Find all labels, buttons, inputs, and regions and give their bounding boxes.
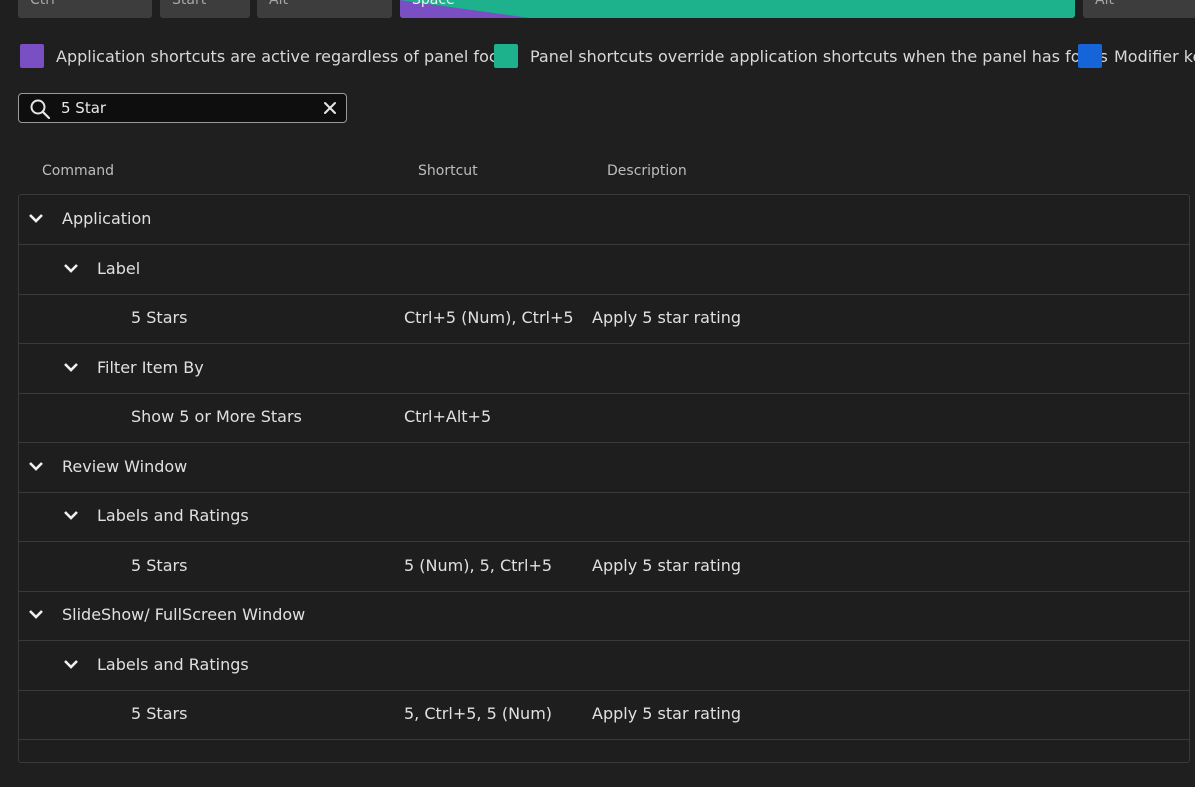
key-ctrl[interactable]: Ctrl — [18, 0, 152, 18]
command-cell: Labels and Ratings — [97, 506, 249, 525]
command-row[interactable]: Show 5 or More Stars Ctrl+Alt+5 — [19, 393, 1189, 443]
command-cell: Review Window — [62, 456, 188, 476]
shortcut-cell[interactable]: Ctrl+5 (Num), Ctrl+5 — [404, 308, 574, 327]
legend-swatch-modifier — [1078, 44, 1102, 68]
shortcut-table: Application Label 5 Stars Ctrl+5 (Num), Ctr… — [18, 194, 1190, 763]
key-label: Ctrl — [30, 0, 55, 8]
command-cell: Labels and Ratings — [97, 654, 249, 674]
key-label: Alt — [1095, 0, 1114, 8]
command-row[interactable]: 5 Stars 5 (Num), 5, Ctrl+5 Apply 5 star ra… — [19, 542, 1189, 592]
legend-swatch-application — [20, 44, 44, 68]
command-row[interactable]: 5 Stars 5, Ctrl+5, 5 (Num) Apply 5 star ra… — [19, 690, 1189, 740]
search-icon — [30, 99, 51, 120]
close-icon[interactable] — [323, 101, 337, 115]
column-header-command[interactable]: Command — [42, 163, 114, 179]
column-header-description[interactable]: Description — [607, 163, 687, 179]
key-alt-right[interactable]: Alt — [1083, 0, 1195, 18]
description-cell: Apply 5 star rating — [592, 555, 741, 575]
chevron-down-icon[interactable] — [63, 262, 79, 274]
chevron-down-icon[interactable] — [28, 608, 44, 620]
search-input[interactable] — [61, 98, 311, 118]
subgroup-row[interactable]: Labels and Ratings — [19, 641, 1189, 691]
key-alt[interactable]: Alt — [257, 0, 392, 18]
subgroup-row[interactable]: Label — [19, 245, 1189, 295]
command-cell: 5 Stars — [131, 555, 188, 575]
command-cell: Show 5 or More Stars — [131, 407, 302, 426]
keyboard-layout: Ctrl Start Alt Space Alt — [0, 0, 1195, 18]
shortcut-cell[interactable]: 5 (Num), 5, Ctrl+5 — [404, 556, 552, 575]
subgroup-row[interactable]: Filter Item By — [19, 344, 1189, 394]
group-row[interactable]: SlideShow/ FullScreen Window — [19, 591, 1189, 641]
command-cell: 5 Stars — [131, 704, 188, 723]
shortcut-cell[interactable]: 5, Ctrl+5, 5 (Num) — [404, 704, 552, 723]
shortcut-cell[interactable]: Ctrl+Alt+5 — [404, 407, 491, 426]
keyboard-shortcuts-editor: Ctrl Start Alt Space Alt Application sho… — [0, 0, 1195, 787]
legend-text-application: Application shortcuts are active regardl… — [56, 47, 517, 66]
command-cell: Label — [97, 258, 141, 278]
command-cell: Application — [62, 209, 152, 228]
group-row[interactable]: Review Window — [19, 443, 1189, 493]
chevron-down-icon[interactable] — [63, 509, 79, 521]
chevron-down-icon[interactable] — [63, 658, 79, 670]
command-cell: Filter Item By — [97, 357, 204, 377]
legend-swatch-panel — [494, 44, 518, 68]
command-row[interactable]: 5 Stars Ctrl+5 (Num), Ctrl+5 Apply 5 star … — [19, 294, 1189, 344]
key-label: Start — [172, 0, 207, 8]
command-cell: 5 Stars — [131, 308, 188, 327]
key-label: Space — [412, 0, 455, 8]
column-header-shortcut[interactable]: Shortcut — [418, 163, 478, 179]
chevron-down-icon[interactable] — [28, 212, 44, 224]
chevron-down-icon[interactable] — [28, 460, 44, 472]
key-label: Alt — [269, 0, 288, 8]
command-cell: SlideShow/ FullScreen Window — [62, 605, 306, 624]
subgroup-row[interactable]: Labels and Ratings — [19, 492, 1189, 542]
legend-text-modifier: Modifier keys — [1114, 47, 1195, 66]
chevron-down-icon[interactable] — [63, 361, 79, 373]
description-cell: Apply 5 star rating — [592, 704, 741, 723]
group-row[interactable]: Application — [19, 195, 1189, 245]
legend-text-panel: Panel shortcuts override application sho… — [530, 47, 1108, 66]
key-space[interactable]: Space — [400, 0, 1075, 18]
search-box[interactable] — [18, 93, 347, 123]
key-start[interactable]: Start — [160, 0, 250, 18]
description-cell: Apply 5 star rating — [592, 308, 741, 327]
